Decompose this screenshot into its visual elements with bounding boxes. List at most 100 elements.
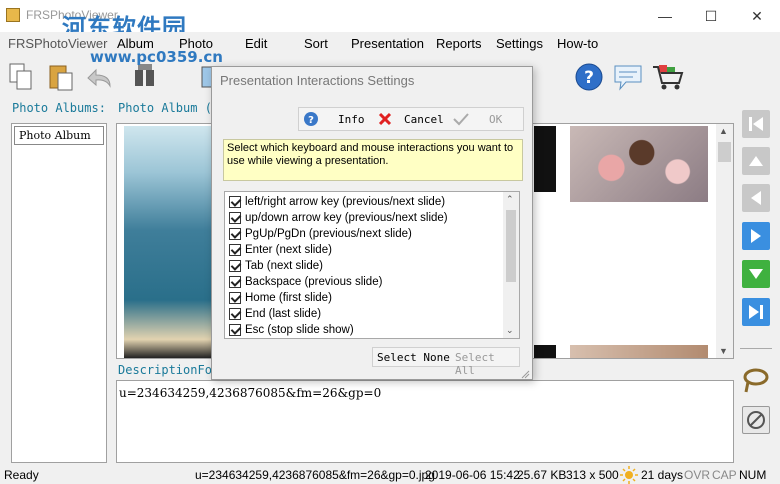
cancel-label: Cancel bbox=[404, 112, 444, 126]
status-num: NUM bbox=[739, 468, 767, 482]
minimize-button[interactable]: — bbox=[642, 0, 688, 32]
last-photo-button[interactable] bbox=[742, 298, 770, 326]
option-label: Enter (next slide) bbox=[245, 244, 332, 256]
option-checkbox[interactable] bbox=[229, 212, 241, 224]
select-none-button[interactable]: Select None bbox=[377, 351, 450, 364]
option-tab[interactable]: Tab (next slide) bbox=[229, 258, 323, 274]
arrow-up-icon bbox=[749, 156, 763, 166]
select-bar: Select None Select All bbox=[372, 347, 520, 377]
album-label: Photo Album ( bbox=[118, 101, 212, 115]
skip-first-icon bbox=[749, 117, 763, 131]
status-filesize: 25.67 KB bbox=[517, 468, 567, 482]
option-checkbox[interactable] bbox=[229, 292, 241, 304]
status-days: 21 days bbox=[641, 468, 684, 482]
lasso-button[interactable] bbox=[742, 366, 770, 394]
undo-icon bbox=[87, 68, 111, 88]
resize-grip-icon[interactable] bbox=[520, 367, 530, 379]
dialog-title: Presentation Interactions Settings bbox=[220, 73, 415, 88]
svg-text:?: ? bbox=[308, 115, 314, 126]
scroll-thumb[interactable] bbox=[718, 142, 731, 162]
photo-thumbnail[interactable] bbox=[570, 345, 708, 358]
info-icon: ? bbox=[304, 112, 318, 126]
scroll-down-icon[interactable]: ▼ bbox=[719, 346, 728, 356]
chat-bubble-icon bbox=[614, 65, 642, 91]
next-photo-button[interactable] bbox=[742, 222, 770, 250]
status-ovr: OVR bbox=[684, 468, 711, 482]
option-pgup-pgdn[interactable]: PgUp/PgDn (previous/next slide) bbox=[229, 226, 412, 242]
ok-button[interactable]: OK bbox=[452, 111, 502, 127]
photo-thumbnail[interactable] bbox=[534, 345, 556, 358]
scroll-down-icon[interactable]: ⌄ bbox=[506, 325, 514, 336]
option-end[interactable]: End (last slide) bbox=[229, 306, 321, 322]
previous-page-button[interactable] bbox=[742, 147, 770, 175]
copy-button[interactable] bbox=[4, 60, 38, 94]
scroll-thumb[interactable] bbox=[506, 210, 516, 282]
option-left-right-arrow[interactable]: left/right arrow key (previous/next slid… bbox=[229, 194, 445, 210]
menu-presentation[interactable]: Presentation bbox=[351, 36, 424, 51]
binoculars-icon bbox=[135, 64, 154, 86]
arrow-down-icon bbox=[749, 269, 763, 279]
maximize-button[interactable]: ☐ bbox=[688, 0, 734, 32]
option-esc[interactable]: Esc (stop slide show) bbox=[229, 322, 354, 338]
status-dimensions: 313 x 500 bbox=[566, 468, 619, 482]
photo-thumbnail[interactable] bbox=[570, 126, 708, 202]
album-item[interactable]: Photo Album bbox=[14, 126, 104, 145]
photo-thumbnail[interactable] bbox=[534, 126, 556, 192]
option-checkbox[interactable] bbox=[229, 244, 241, 256]
next-page-button[interactable] bbox=[742, 260, 770, 288]
menu-edit[interactable]: Edit bbox=[245, 36, 267, 51]
order-button[interactable] bbox=[651, 60, 685, 94]
option-checkbox[interactable] bbox=[229, 260, 241, 272]
help-button[interactable]: ? bbox=[572, 60, 606, 94]
first-photo-button[interactable] bbox=[742, 110, 770, 138]
checkmark-icon bbox=[453, 113, 469, 126]
feedback-button[interactable] bbox=[611, 60, 645, 94]
option-label: PgUp/PgDn (previous/next slide) bbox=[245, 228, 412, 240]
albums-list[interactable]: Photo Album bbox=[11, 123, 107, 463]
option-up-down-arrow[interactable]: up/down arrow key (previous/next slide) bbox=[229, 210, 448, 226]
menu-reports[interactable]: Reports bbox=[436, 36, 482, 51]
info-button[interactable]: ? Info bbox=[303, 111, 365, 127]
menu-settings[interactable]: Settings bbox=[496, 36, 543, 51]
interactions-list[interactable]: left/right arrow key (previous/next slid… bbox=[224, 191, 520, 339]
sun-icon bbox=[620, 466, 638, 484]
status-date: 2019-06-06 15:42 bbox=[425, 468, 520, 482]
scroll-up-icon[interactable]: ▲ bbox=[719, 126, 728, 136]
albums-label: Photo Albums: bbox=[12, 101, 106, 115]
description-field[interactable]: u=234634259,4236876085&fm=26&gp=0 bbox=[116, 380, 734, 463]
option-backspace[interactable]: Backspace (previous slide) bbox=[229, 274, 382, 290]
option-home[interactable]: Home (first slide) bbox=[229, 290, 332, 306]
previous-photo-button[interactable] bbox=[742, 184, 770, 212]
photo-thumbnail[interactable] bbox=[124, 126, 220, 358]
presentation-interactions-dialog: Presentation Interactions Settings ? Inf… bbox=[211, 66, 533, 380]
option-label: End (last slide) bbox=[245, 308, 322, 320]
help-icon: ? bbox=[575, 63, 603, 91]
nav-divider bbox=[740, 348, 772, 349]
dialog-info-text: Select which keyboard and mouse interact… bbox=[223, 139, 523, 181]
scroll-up-icon[interactable]: ⌃ bbox=[506, 194, 514, 205]
svg-text:?: ? bbox=[584, 68, 594, 88]
option-checkbox[interactable] bbox=[229, 324, 241, 336]
menu-how-to[interactable]: How-to bbox=[557, 36, 598, 51]
option-checkbox[interactable] bbox=[229, 196, 241, 208]
select-all-button[interactable]: Select All bbox=[455, 351, 519, 377]
cancel-button[interactable]: Cancel bbox=[377, 111, 444, 127]
prohibited-icon bbox=[747, 411, 765, 429]
paste-button[interactable] bbox=[44, 60, 78, 94]
option-label: Esc (stop slide show) bbox=[245, 324, 354, 336]
option-checkbox[interactable] bbox=[229, 228, 241, 240]
option-checkbox[interactable] bbox=[229, 276, 241, 288]
list-scrollbar[interactable]: ⌃ ⌄ bbox=[503, 192, 519, 338]
status-cap: CAP bbox=[712, 468, 737, 482]
option-enter[interactable]: Enter (next slide) bbox=[229, 242, 332, 258]
arrow-right-icon bbox=[751, 229, 761, 243]
menu-sort[interactable]: Sort bbox=[304, 36, 328, 51]
option-checkbox[interactable] bbox=[229, 308, 241, 320]
info-label: Info bbox=[338, 112, 365, 126]
stop-button[interactable] bbox=[742, 406, 770, 434]
status-bar: Ready u=234634259,4236876085&fm=26&gp=0.… bbox=[0, 466, 780, 484]
option-label: Tab (next slide) bbox=[245, 260, 323, 272]
close-button[interactable]: ✕ bbox=[734, 0, 780, 32]
photo-scrollbar[interactable]: ▲ ▼ bbox=[716, 124, 733, 358]
option-label: left/right arrow key (previous/next slid… bbox=[245, 196, 446, 208]
